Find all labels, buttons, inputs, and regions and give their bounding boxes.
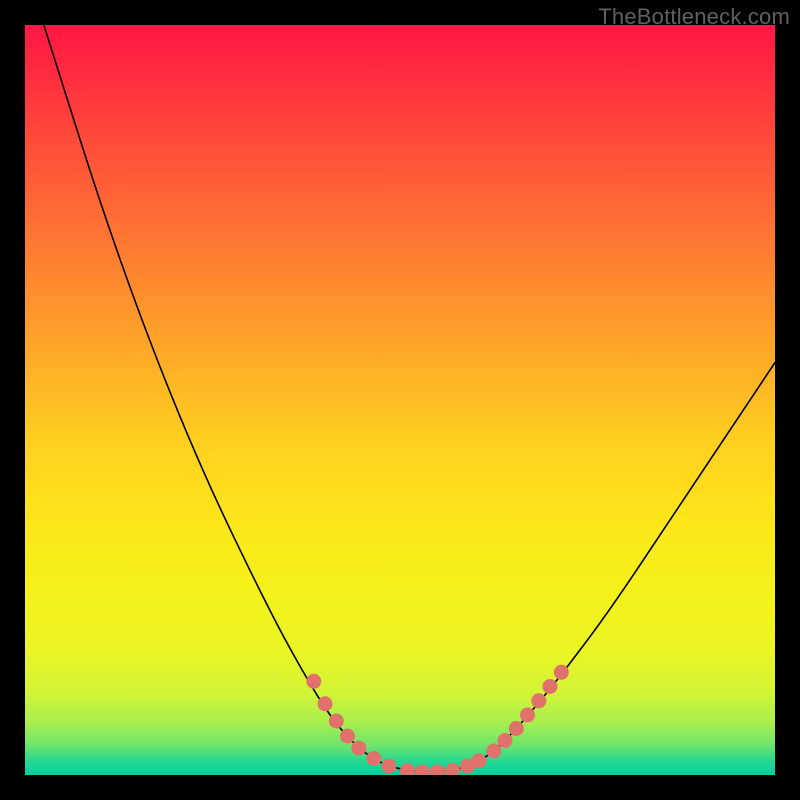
watermark-text: TheBottleneck.com: [598, 4, 790, 30]
highlight-dot: [318, 696, 333, 711]
highlight-dot: [531, 693, 546, 708]
highlight-dot: [430, 765, 445, 776]
highlight-dot: [509, 721, 524, 736]
curve-svg: [25, 25, 775, 775]
highlight-dot: [351, 741, 366, 756]
highlight-dot: [340, 729, 355, 744]
highlight-dot: [329, 714, 344, 729]
highlight-dot: [366, 751, 381, 766]
plot-area: [25, 25, 775, 775]
highlight-dot: [498, 733, 513, 748]
highlight-dot: [400, 763, 415, 775]
highlight-dot: [543, 679, 558, 694]
highlighted-points-group: [306, 665, 569, 775]
highlight-dot: [471, 753, 486, 768]
highlight-dot: [445, 763, 460, 775]
highlight-dot: [520, 708, 535, 723]
highlight-dot: [415, 765, 430, 776]
highlight-dot: [554, 665, 569, 680]
highlight-dot: [306, 674, 321, 689]
highlight-dot: [381, 759, 396, 774]
chart-stage: TheBottleneck.com: [0, 0, 800, 800]
bottleneck-curve: [44, 25, 775, 772]
highlight-dot: [486, 744, 501, 759]
